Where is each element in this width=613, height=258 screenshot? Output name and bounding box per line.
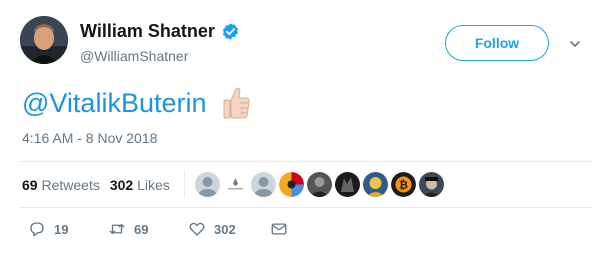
- author-avatar[interactable]: [20, 16, 68, 64]
- mention-link[interactable]: @VitalikButerin: [22, 88, 207, 119]
- likes-count: 302: [109, 177, 134, 193]
- retweet-button[interactable]: 69: [108, 220, 188, 238]
- divider: [20, 207, 593, 208]
- tweet-text: @VitalikButerin: [22, 86, 251, 120]
- default-avatar-icon[interactable]: [251, 172, 276, 197]
- retweets-label: Retweets: [41, 177, 100, 193]
- dark-creature-avatar-icon[interactable]: [335, 172, 360, 197]
- svg-text:₿: ₿: [399, 180, 408, 192]
- thumbs-up-icon: [223, 87, 250, 119]
- chevron-down-icon[interactable]: [569, 38, 581, 50]
- divider: [20, 161, 593, 162]
- like-count: 302: [214, 221, 236, 237]
- reply-count: 19: [54, 221, 69, 237]
- author-handle[interactable]: @WilliamShatner: [80, 48, 188, 64]
- tweet-actions: 19 69 302: [28, 220, 296, 238]
- retweets-stat[interactable]: 69 Retweets: [22, 177, 100, 193]
- heart-icon: [189, 222, 205, 236]
- default-avatar-icon[interactable]: [195, 172, 220, 197]
- dark-portrait-avatar-icon[interactable]: [307, 172, 332, 197]
- direct-message-button[interactable]: [270, 220, 296, 238]
- author-name[interactable]: William Shatner: [80, 21, 215, 42]
- bitcoin-avatar-icon[interactable]: ₿: [391, 172, 416, 197]
- small-logo-avatar-icon[interactable]: [223, 172, 248, 197]
- hat-portrait-avatar-icon[interactable]: [419, 172, 444, 197]
- likes-label: Likes: [137, 177, 170, 193]
- tweet-timestamp[interactable]: 4:16 AM - 8 Nov 2018: [22, 130, 157, 146]
- retweet-icon: [109, 223, 125, 235]
- tweet-stats: 69 Retweets 302 Likes: [22, 177, 170, 193]
- colorful-circle-avatar-icon[interactable]: [279, 172, 304, 197]
- retweets-count: 69: [22, 177, 38, 193]
- envelope-icon: [271, 223, 287, 235]
- follow-button[interactable]: Follow: [445, 25, 549, 61]
- stats-separator: [184, 170, 185, 198]
- likes-stat[interactable]: 302 Likes: [110, 177, 170, 193]
- yellow-portrait-avatar-icon[interactable]: [363, 172, 388, 197]
- like-button[interactable]: 302: [188, 220, 270, 238]
- author-name-row: William Shatner: [80, 21, 240, 42]
- retweet-count: 69: [134, 221, 149, 237]
- reply-icon: [30, 222, 44, 237]
- reply-button[interactable]: 19: [28, 220, 108, 238]
- likers-avatars: ₿: [195, 172, 444, 197]
- verified-badge-icon: [222, 23, 238, 40]
